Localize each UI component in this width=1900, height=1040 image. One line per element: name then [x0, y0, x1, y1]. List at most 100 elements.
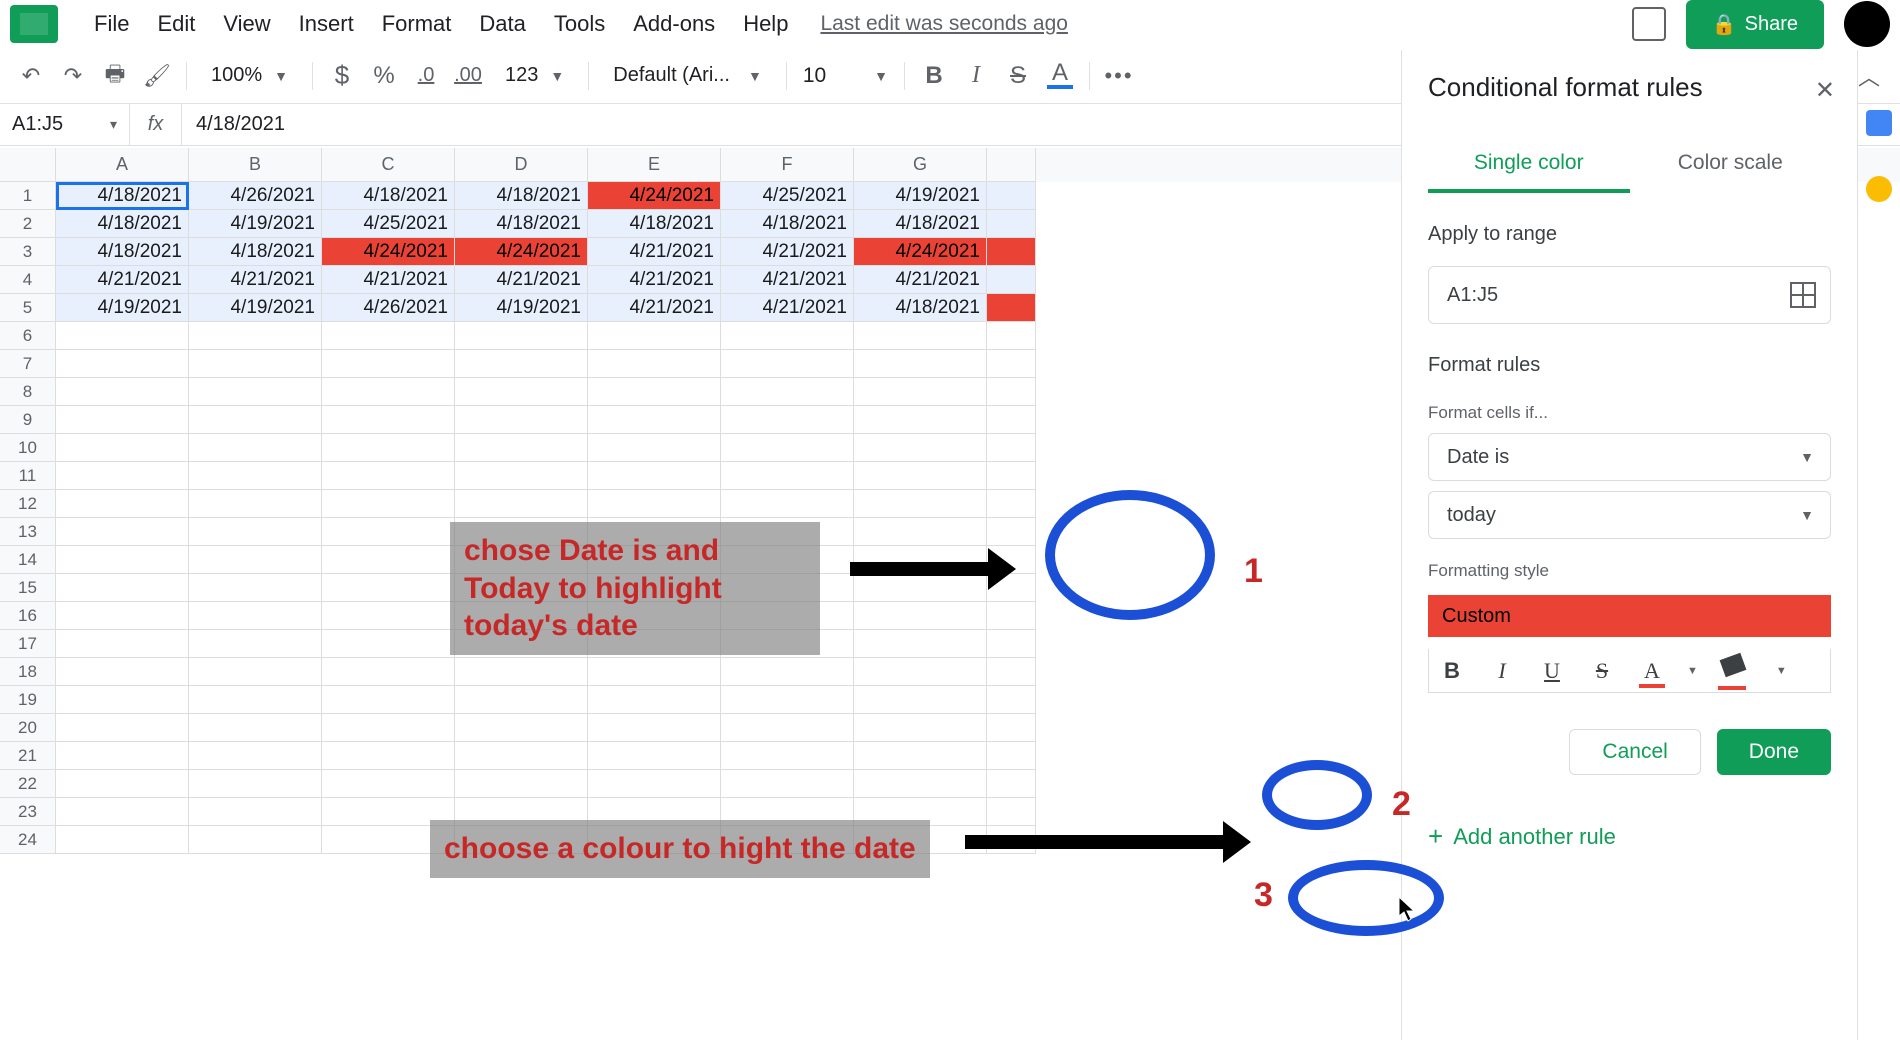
cell[interactable]: [189, 462, 322, 490]
condition-value-select[interactable]: today ▼: [1428, 491, 1831, 539]
cell[interactable]: [854, 770, 987, 798]
cell[interactable]: [987, 714, 1036, 742]
cell[interactable]: [854, 350, 987, 378]
keep-addon-icon[interactable]: [1866, 176, 1892, 202]
cell[interactable]: [455, 742, 588, 770]
row-header[interactable]: 15: [0, 574, 56, 602]
redo-icon[interactable]: ↷: [60, 63, 86, 89]
cell[interactable]: [721, 434, 854, 462]
cell[interactable]: [56, 462, 189, 490]
cell[interactable]: [588, 378, 721, 406]
add-rule-button[interactable]: + Add another rule: [1428, 821, 1831, 852]
cell[interactable]: 4/21/2021: [322, 266, 455, 294]
cell[interactable]: 4/21/2021: [721, 294, 854, 322]
column-header[interactable]: F: [721, 148, 854, 182]
cell[interactable]: [189, 826, 322, 854]
cell[interactable]: [189, 378, 322, 406]
cell[interactable]: 4/21/2021: [455, 266, 588, 294]
cell[interactable]: [721, 770, 854, 798]
cell[interactable]: 4/18/2021: [721, 210, 854, 238]
cell[interactable]: [56, 406, 189, 434]
cell[interactable]: [189, 686, 322, 714]
row-header[interactable]: 23: [0, 798, 56, 826]
row-header[interactable]: 20: [0, 714, 56, 742]
cell[interactable]: [322, 630, 455, 658]
row-header[interactable]: 2: [0, 210, 56, 238]
menu-edit[interactable]: Edit: [143, 5, 209, 43]
menu-format[interactable]: Format: [368, 5, 466, 43]
last-edit-link[interactable]: Last edit was seconds ago: [820, 12, 1068, 36]
row-header[interactable]: 16: [0, 602, 56, 630]
font-size-select[interactable]: 10▼: [803, 64, 888, 88]
select-all-corner[interactable]: [0, 148, 56, 182]
cell[interactable]: [189, 770, 322, 798]
chevron-down-icon[interactable]: ▼: [1687, 665, 1698, 677]
row-header[interactable]: 1: [0, 182, 56, 210]
cell[interactable]: [455, 686, 588, 714]
cell[interactable]: 4/21/2021: [721, 238, 854, 266]
cell[interactable]: [189, 574, 322, 602]
row-header[interactable]: 3: [0, 238, 56, 266]
menu-tools[interactable]: Tools: [540, 5, 619, 43]
cell[interactable]: [987, 182, 1036, 210]
cell[interactable]: [56, 630, 189, 658]
cell[interactable]: [322, 658, 455, 686]
tab-color-scale[interactable]: Color scale: [1630, 137, 1832, 193]
cell[interactable]: [854, 658, 987, 686]
cell[interactable]: [721, 350, 854, 378]
cell[interactable]: [455, 714, 588, 742]
font-select[interactable]: Default (Ari...▼: [605, 64, 770, 87]
cell[interactable]: [987, 798, 1036, 826]
cell[interactable]: [56, 770, 189, 798]
cell[interactable]: [56, 546, 189, 574]
cell[interactable]: [721, 686, 854, 714]
cell[interactable]: [56, 322, 189, 350]
strikethrough-icon[interactable]: S: [1005, 63, 1031, 89]
number-format-select[interactable]: 123▼: [497, 64, 572, 87]
cell[interactable]: [987, 266, 1036, 294]
cell[interactable]: [56, 742, 189, 770]
menu-view[interactable]: View: [209, 5, 284, 43]
cell[interactable]: [455, 462, 588, 490]
cell[interactable]: [322, 714, 455, 742]
row-header[interactable]: 18: [0, 658, 56, 686]
cell[interactable]: 4/18/2021: [455, 182, 588, 210]
cell[interactable]: 4/19/2021: [189, 210, 322, 238]
cell[interactable]: [455, 322, 588, 350]
cell[interactable]: [987, 378, 1036, 406]
cell[interactable]: [322, 770, 455, 798]
menu-add-ons[interactable]: Add-ons: [619, 5, 729, 43]
cell[interactable]: [854, 518, 987, 546]
cell[interactable]: 4/19/2021: [56, 294, 189, 322]
column-header[interactable]: G: [854, 148, 987, 182]
cell[interactable]: [322, 742, 455, 770]
row-header[interactable]: 10: [0, 434, 56, 462]
cell[interactable]: 4/21/2021: [56, 266, 189, 294]
undo-icon[interactable]: ↶: [18, 63, 44, 89]
cell[interactable]: [987, 434, 1036, 462]
cell[interactable]: [56, 434, 189, 462]
cell[interactable]: [455, 406, 588, 434]
style-strikethrough-icon[interactable]: S: [1587, 658, 1617, 684]
style-fill-color-icon[interactable]: [1718, 654, 1756, 688]
cell[interactable]: [588, 742, 721, 770]
cell[interactable]: [987, 294, 1036, 322]
cell[interactable]: 4/18/2021: [588, 210, 721, 238]
row-header[interactable]: 17: [0, 630, 56, 658]
cell[interactable]: [189, 434, 322, 462]
cell[interactable]: [56, 518, 189, 546]
avatar[interactable]: [1844, 1, 1890, 47]
cell[interactable]: [721, 322, 854, 350]
cell[interactable]: [322, 378, 455, 406]
cell[interactable]: [987, 406, 1036, 434]
cell[interactable]: [455, 350, 588, 378]
cell[interactable]: 4/24/2021: [322, 238, 455, 266]
cell[interactable]: [56, 686, 189, 714]
cell[interactable]: [189, 798, 322, 826]
cell[interactable]: [987, 490, 1036, 518]
cell[interactable]: [189, 490, 322, 518]
cell[interactable]: [189, 630, 322, 658]
cell[interactable]: 4/21/2021: [588, 266, 721, 294]
cell[interactable]: [987, 658, 1036, 686]
cell[interactable]: 4/25/2021: [721, 182, 854, 210]
